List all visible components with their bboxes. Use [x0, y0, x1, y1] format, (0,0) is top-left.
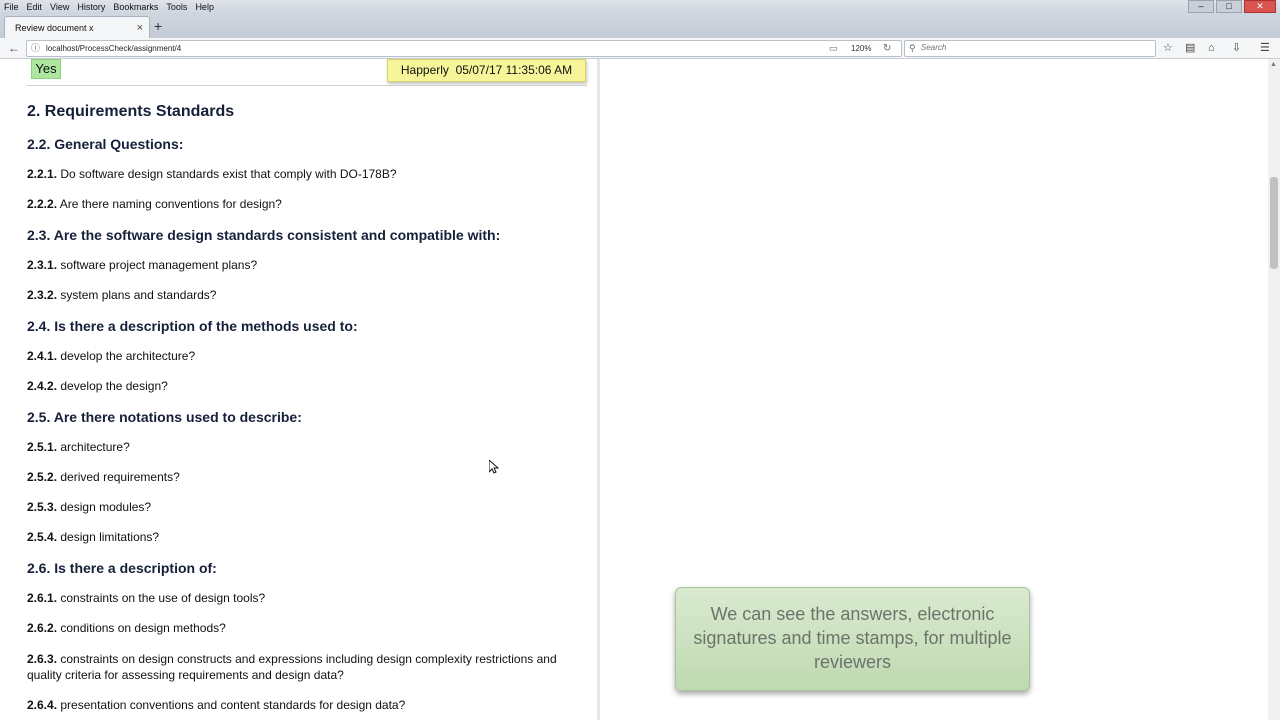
reader-view-icon[interactable]: ▭ — [829, 41, 838, 56]
close-window-icon[interactable]: ✕ — [1244, 0, 1276, 13]
question-text: software project management plans? — [60, 258, 258, 272]
question-item[interactable]: 2.2.1. Do software design standards exis… — [27, 166, 582, 182]
question-number: 2.6.4. — [27, 698, 58, 712]
signature-timestamp: 05/07/17 11:35:06 AM — [455, 63, 573, 77]
section-title: 2. Requirements Standards — [27, 103, 235, 120]
menu-edit[interactable]: Edit — [23, 0, 47, 14]
review-document-pane: Yes Happerly 05/07/17 11:35:06 AM 2. Req… — [0, 59, 597, 720]
question-number: 2.6.2. — [27, 621, 58, 635]
question-text: constraints on the use of design tools? — [60, 591, 266, 605]
library-icon[interactable]: ▤ — [1185, 41, 1195, 55]
url-text: localhost/ProcessCheck/assignment/4 — [46, 44, 182, 53]
question-text: Are there naming conventions for design? — [59, 197, 282, 211]
question-number: 2.5.1. — [27, 440, 58, 454]
question-item[interactable]: 2.3.1. software project management plans… — [27, 257, 582, 273]
scroll-up-icon[interactable]: ▲ — [1270, 61, 1277, 68]
question-item[interactable]: 2.6.2. conditions on design methods? — [27, 620, 582, 636]
question-item[interactable]: 2.6.3. constraints on design constructs … — [27, 651, 582, 683]
info-icon[interactable]: ⓘ — [31, 41, 40, 56]
question-text: develop the architecture? — [60, 349, 196, 363]
question-number: 2.5.3. — [27, 500, 58, 514]
menu-history[interactable]: History — [73, 0, 109, 14]
question-number: 2.5.2. — [27, 470, 58, 484]
question-number: 2.4.2. — [27, 379, 58, 393]
group-heading: 2.4. Is there a description of the metho… — [27, 318, 358, 334]
home-icon[interactable]: ⌂ — [1208, 41, 1215, 55]
reload-icon[interactable]: ↻ — [883, 41, 891, 56]
scrollbar-thumb[interactable] — [1270, 177, 1278, 269]
bookmark-star-icon[interactable]: ☆ — [1163, 41, 1173, 55]
search-icon: ⚲ — [909, 43, 916, 53]
menu-bar: File Edit View History Bookmarks Tools Help – … — [0, 0, 1280, 14]
question-number: 2.3.1. — [27, 258, 58, 272]
question-text: conditions on design methods? — [60, 621, 226, 635]
window-controls: – □ ✕ — [1188, 0, 1276, 13]
download-icon[interactable]: ⇩ — [1232, 41, 1241, 55]
group-heading: 2.3. Are the software design standards c… — [27, 227, 501, 243]
minimize-icon[interactable]: – — [1188, 0, 1214, 13]
divider-line — [27, 85, 587, 86]
question-item[interactable]: 2.6.4. presentation conventions and cont… — [27, 697, 582, 713]
question-number: 2.6.1. — [27, 591, 58, 605]
question-item[interactable]: 2.4.1. develop the architecture? — [27, 348, 582, 364]
question-item[interactable]: 2.6.1. constraints on the use of design … — [27, 590, 582, 606]
question-item[interactable]: 2.2.2. Are there naming conventions for … — [27, 196, 582, 212]
question-item[interactable]: 2.3.2. system plans and standards? — [27, 287, 582, 303]
zoom-level[interactable]: 120% — [851, 41, 871, 56]
question-text: design limitations? — [60, 530, 160, 544]
maximize-icon[interactable]: □ — [1216, 0, 1242, 13]
question-item[interactable]: 2.5.4. design limitations? — [27, 529, 582, 545]
signature-badge: Happerly 05/07/17 11:35:06 AM — [387, 59, 586, 82]
menu-bookmarks[interactable]: Bookmarks — [109, 0, 162, 14]
tab-review-document[interactable]: Review document x × — [4, 16, 150, 38]
group-heading: 2.5. Are there notations used to describ… — [27, 409, 302, 425]
question-number: 2.4.1. — [27, 349, 58, 363]
question-number: 2.2.1. — [27, 167, 58, 181]
question-number: 2.2.2. — [27, 197, 58, 211]
group-heading: 2.6. Is there a description of: — [27, 560, 217, 576]
group-heading: 2.2. General Questions: — [27, 136, 184, 152]
question-text: presentation conventions and content sta… — [60, 698, 406, 712]
tab-title: Review document x — [15, 23, 94, 33]
question-text: derived requirements? — [60, 470, 180, 484]
search-input[interactable] — [921, 41, 1149, 54]
navigation-bar: ← ⓘ localhost/ProcessCheck/assignment/4 … — [0, 38, 1280, 59]
question-text: architecture? — [60, 440, 130, 454]
mouse-cursor-icon — [488, 458, 500, 479]
menu-file[interactable]: File — [0, 0, 23, 14]
question-number: 2.3.2. — [27, 288, 58, 302]
question-text: constraints on design constructs and exp… — [27, 652, 557, 682]
back-arrow-icon[interactable]: ← — [8, 40, 20, 56]
reviewer-name: Happerly — [400, 63, 449, 77]
question-text: design modules? — [60, 500, 152, 514]
page-scrollbar[interactable]: ▲ — [1268, 59, 1280, 720]
question-item[interactable]: 2.5.3. design modules? — [27, 499, 582, 515]
question-number: 2.6.3. — [27, 652, 58, 666]
question-text: Do software design standards exist that … — [60, 167, 397, 181]
question-text: system plans and standards? — [60, 288, 217, 302]
address-bar[interactable]: ⓘ localhost/ProcessCheck/assignment/4 ▭ … — [26, 40, 902, 57]
menu-view[interactable]: View — [46, 0, 73, 14]
search-box[interactable]: ⚲ — [904, 40, 1156, 57]
new-tab-icon[interactable]: + — [154, 16, 162, 36]
question-number: 2.5.4. — [27, 530, 58, 544]
menu-tools[interactable]: Tools — [162, 0, 191, 14]
page-content: Yes Happerly 05/07/17 11:35:06 AM 2. Req… — [0, 59, 1280, 720]
question-item[interactable]: 2.5.1. architecture? — [27, 439, 582, 455]
tab-bar: Review document x × + — [0, 14, 1280, 38]
answer-badge: Yes — [31, 59, 61, 79]
menu-hamburger-icon[interactable]: ☰ — [1260, 41, 1270, 55]
menu-help[interactable]: Help — [191, 0, 218, 14]
question-text: develop the design? — [60, 379, 168, 393]
question-item[interactable]: 2.4.2. develop the design? — [27, 378, 582, 394]
annotation-callout: We can see the answers, electronic signa… — [675, 587, 1030, 691]
tab-close-icon[interactable]: × — [137, 17, 143, 39]
